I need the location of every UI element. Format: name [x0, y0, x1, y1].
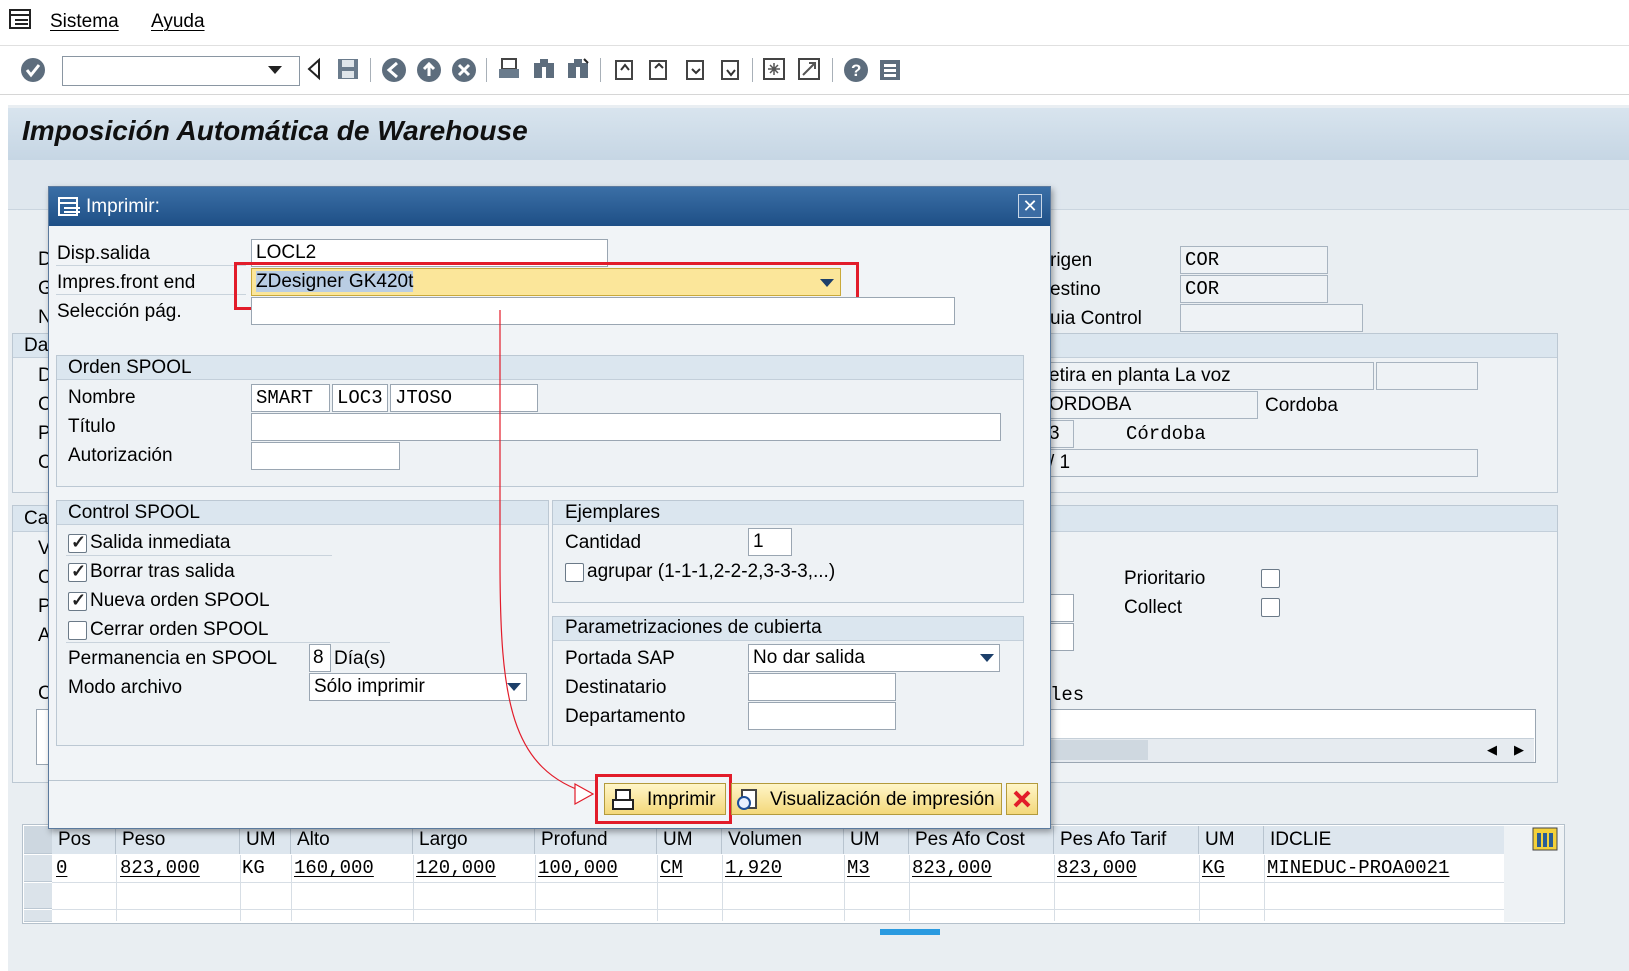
annotation-arrow: [499, 310, 595, 806]
